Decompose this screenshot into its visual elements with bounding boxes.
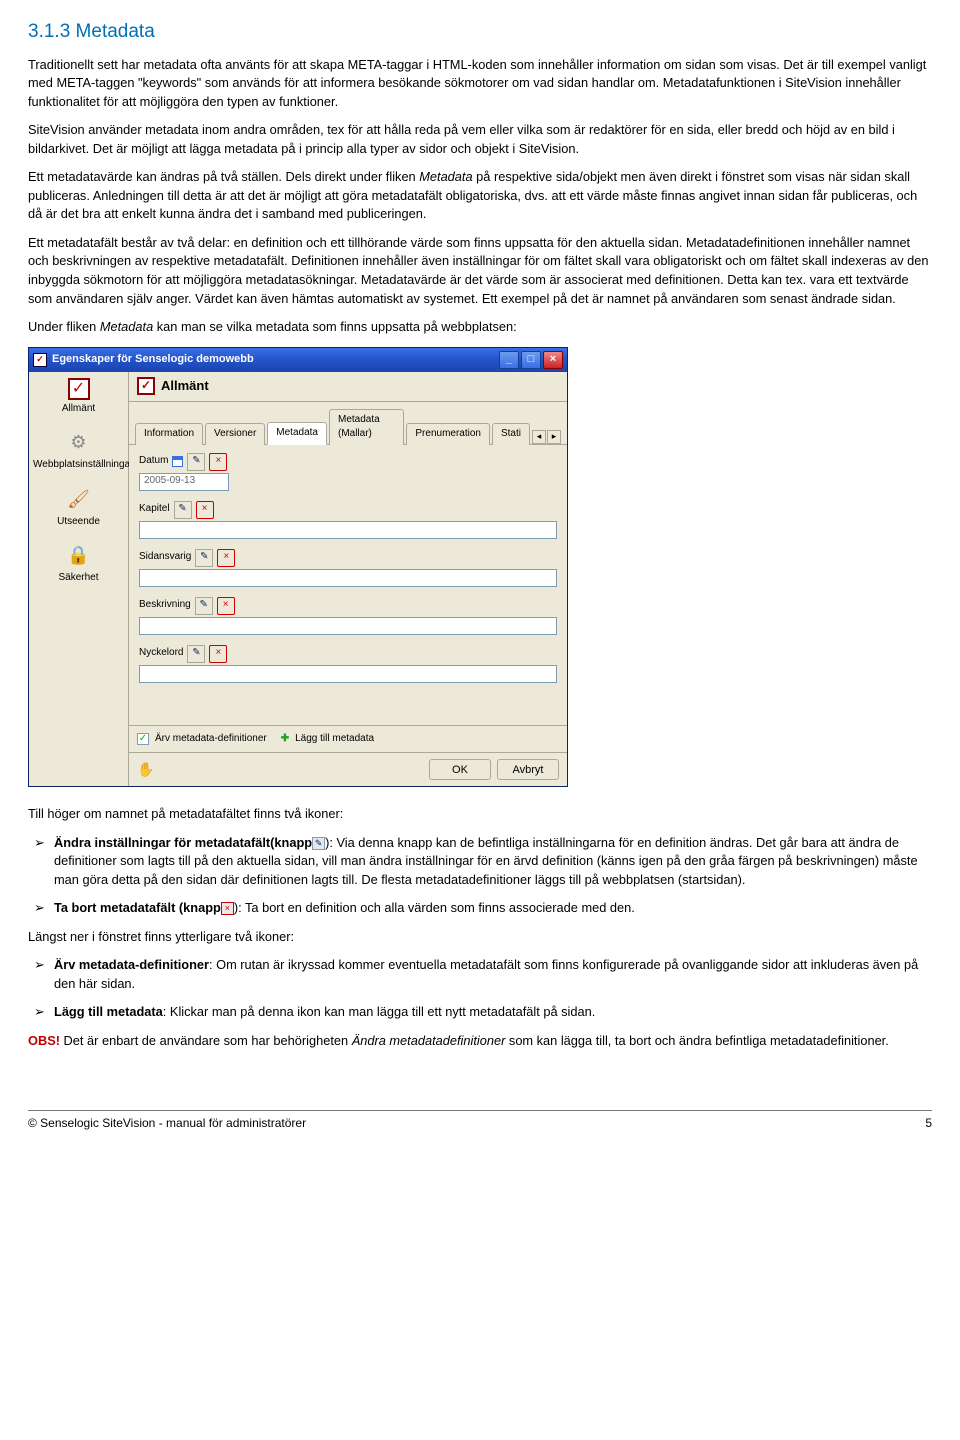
gear-icon: ⚙ [65,428,93,456]
field-delete-button[interactable]: × [217,549,235,567]
inherit-checkbox[interactable]: ✓ [137,733,149,745]
post-dialog-2: Längst ner i fönstret finns ytterligare … [28,928,932,947]
section-heading: 3.1.3 Metadata [28,18,932,46]
left-nav: ✓ Allmänt ⚙ Webbplatsinställningar 🖌 Uts… [29,372,129,786]
tabs-row: Information Versioner Metadata Metadata … [129,402,567,445]
field-delete-button[interactable]: × [217,597,235,615]
field-label: Kapitel✎× [139,501,557,519]
field-input[interactable] [139,569,557,587]
field-input[interactable]: 2005-09-13 [139,473,229,491]
field-delete-button[interactable]: × [209,645,227,663]
bullet-inherit: ➢ Ärv metadata-definitioner: Om rutan är… [34,956,932,993]
tab-metadata-mallar[interactable]: Metadata (Mallar) [329,409,404,445]
minimize-button[interactable]: _ [499,351,519,369]
bullet-add: ➢ Lägg till metadata: Klickar man på den… [34,1003,932,1022]
footer-left: © Senselogic SiteVision - manual för adm… [28,1115,306,1132]
metadata-field: Beskrivning✎× [139,597,557,635]
app-icon: ✓ [33,353,47,367]
paragraph-5: Under fliken Metadata kan man se vilka m… [28,318,932,337]
dialog-buttons: ✋ OK Avbryt [129,752,567,786]
tab-information[interactable]: Information [135,423,203,445]
footer-page-number: 5 [925,1115,932,1132]
tab-prenumeration[interactable]: Prenumeration [406,423,490,445]
nav-sakerhet[interactable]: 🔒 Säkerhet [33,541,124,586]
metadata-field: Nyckelord✎× [139,645,557,683]
page-footer: © Senselogic SiteVision - manual för adm… [28,1115,932,1132]
field-input[interactable] [139,617,557,635]
paragraph-2: SiteVision använder metadata inom andra … [28,121,932,158]
checkbox-icon: ✓ [68,378,90,400]
bullet-edit: ➢ Ändra inställningar för metadatafält(k… [34,834,932,890]
delete-icon: × [221,902,234,915]
window-title: Egenskaper för Senselogic demowebb [52,352,499,368]
field-delete-button[interactable]: × [209,453,227,471]
plus-icon: ✚ [281,732,289,747]
metadata-field: Kapitel✎× [139,501,557,539]
obs-paragraph: OBS! Det är enbart de användare som har … [28,1032,932,1051]
tab-scroll-left[interactable]: ◂ [532,430,546,444]
tab-versioner[interactable]: Versioner [205,423,265,445]
paragraph-3: Ett metadatavärde kan ändras på två stäl… [28,168,932,224]
tab-statistik[interactable]: Stati [492,423,530,445]
field-label: Beskrivning✎× [139,597,557,615]
metadata-field: Sidansvarig✎× [139,549,557,587]
brush-icon: 🖌 [65,485,93,513]
nav-utseende[interactable]: 🖌 Utseende [33,485,124,530]
footer-separator [28,1110,932,1111]
close-button[interactable]: × [543,351,563,369]
add-metadata-link[interactable]: Lägg till metadata [295,732,374,747]
field-edit-button[interactable]: ✎ [195,549,213,567]
metadata-field: Datum✎× 2005-09-13 [139,453,557,491]
field-label: Nyckelord✎× [139,645,557,663]
paragraph-4: Ett metadatafält består av två delar: en… [28,234,932,308]
cancel-button[interactable]: Avbryt [497,759,559,780]
nav-webbplats[interactable]: ⚙ Webbplatsinställningar [33,428,124,473]
field-label: Sidansvarig✎× [139,549,557,567]
lock-icon: 🔒 [65,541,93,569]
field-input[interactable] [139,521,557,539]
maximize-button[interactable]: □ [521,351,541,369]
tab-metadata[interactable]: Metadata [267,422,327,445]
field-edit-button[interactable]: ✎ [174,501,192,519]
field-label: Datum✎× [139,453,557,471]
checkbox-icon: ✓ [137,377,155,395]
help-icon[interactable]: ✋ [137,761,155,779]
inherit-label: Ärv metadata-definitioner [155,732,267,747]
titlebar: ✓ Egenskaper för Senselogic demowebb _ □… [29,348,567,372]
field-edit-button[interactable]: ✎ [187,645,205,663]
field-delete-button[interactable]: × [196,501,214,519]
field-edit-button[interactable]: ✎ [187,453,205,471]
field-edit-button[interactable]: ✎ [195,597,213,615]
paragraph-1: Traditionellt sett har metadata ofta anv… [28,56,932,112]
panel-footer: ✓ Ärv metadata-definitioner ✚ Lägg till … [129,725,567,753]
nav-allmant[interactable]: ✓ Allmänt [33,378,124,417]
panel-header: ✓ Allmänt [129,372,567,402]
field-input[interactable] [139,665,557,683]
screenshot-dialog: ✓ Egenskaper för Senselogic demowebb _ □… [28,347,932,787]
panel-body: Datum✎× 2005-09-13 Kapitel✎× Sidansvarig✎× B… [129,445,567,725]
post-dialog-1: Till höger om namnet på metadatafältet f… [28,805,932,824]
edit-icon: ✎ [312,837,325,850]
tab-scroll-right[interactable]: ▸ [547,430,561,444]
bullet-delete: ➢ Ta bort metadatafält (knapp×): Ta bort… [34,899,932,918]
ok-button[interactable]: OK [429,759,491,780]
calendar-icon [172,456,183,467]
